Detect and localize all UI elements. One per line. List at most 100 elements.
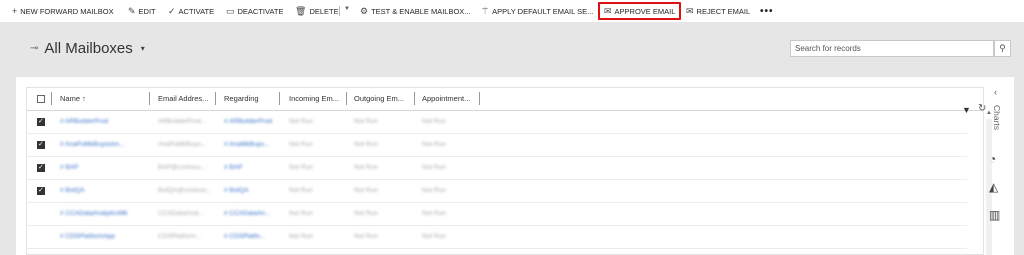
row-email: CCADataAnal... xyxy=(158,210,204,217)
row-appointment: Not Run xyxy=(422,210,446,217)
row-outgoing: Not Run xyxy=(354,141,378,148)
document-icon: ▭ xyxy=(226,5,235,16)
plus-icon: + xyxy=(12,5,18,16)
bar-chart-icon[interactable]: ▥ xyxy=(989,208,1000,222)
view-selector[interactable]: ⊸ All Mailboxes ▾ xyxy=(30,40,145,57)
table-row[interactable]: # ARBuilderProd ARBuilderProd... # ARBui… xyxy=(27,111,967,134)
approve-email-button[interactable]: ✉ APPROVE EMAIL xyxy=(598,2,682,20)
row-name-link[interactable]: # ARBuilderProd xyxy=(60,118,108,125)
column-divider xyxy=(414,92,415,105)
command-bar: + NEW FORWARD MAILBOX ✎ EDIT ✓ ACTIVATE … xyxy=(0,0,1024,22)
row-incoming: Not Run xyxy=(289,164,313,171)
row-name-link[interactable]: # CCADataAnalyticsMk xyxy=(60,210,128,217)
column-header-outgoing[interactable]: Outgoing Em... xyxy=(354,94,404,103)
activate-button[interactable]: ✓ ACTIVATE xyxy=(168,4,214,18)
column-header-name[interactable]: Name ↑ xyxy=(60,94,86,103)
row-outgoing: Not Run xyxy=(354,210,378,217)
test-enable-mailbox-button[interactable]: ⚙ TEST & ENABLE MAILBOX... xyxy=(360,4,471,18)
row-regarding-link[interactable]: # BotQA xyxy=(224,187,249,194)
row-appointment: Not Run xyxy=(422,187,446,194)
table-row[interactable]: # CDSPlatformApp CDSPlatform... # CDSPla… xyxy=(27,226,967,249)
reject-email-button[interactable]: ✉ REJECT EMAIL xyxy=(686,4,750,18)
row-incoming: Not Run xyxy=(289,187,313,194)
row-checkbox[interactable] xyxy=(37,163,45,172)
deactivate-label: DEACTIVATE xyxy=(237,6,284,16)
row-incoming: Not Run xyxy=(289,210,313,217)
row-checkbox[interactable] xyxy=(37,140,45,149)
checkmark-icon: ✓ xyxy=(168,5,176,16)
select-all-checkbox[interactable] xyxy=(37,95,45,103)
more-label: ••• xyxy=(760,5,774,17)
row-name-link[interactable]: # AnaPoMkBuyoutm... xyxy=(60,141,124,148)
column-header-incoming[interactable]: Incoming Em... xyxy=(289,94,339,103)
row-name-link[interactable]: # CDSPlatformApp xyxy=(60,233,115,240)
column-divider xyxy=(279,92,280,105)
row-appointment: Not Run xyxy=(422,164,446,171)
search-button[interactable]: ⚲ xyxy=(994,40,1011,57)
row-checkbox[interactable] xyxy=(37,186,45,195)
grid-header: Name ↑ Email Addres... Regarding Incomin… xyxy=(27,88,983,111)
row-checkbox[interactable] xyxy=(37,117,45,126)
column-divider xyxy=(215,92,216,105)
edit-button[interactable]: ✎ EDIT xyxy=(128,4,156,18)
row-regarding-link[interactable]: # AnaMkBuyo... xyxy=(224,141,270,148)
wand-icon: ⚚ xyxy=(481,5,490,16)
filter-icon[interactable]: ▼ xyxy=(962,105,971,115)
charts-pane: ‹ Charts ◔ ◭ ▥ xyxy=(980,77,1024,255)
row-regarding-link[interactable]: # CCADataAn... xyxy=(224,210,270,217)
apply-default-email-label: APPLY DEFAULT EMAIL SE... xyxy=(492,6,594,16)
gear-icon: ⚙ xyxy=(360,5,369,16)
row-incoming: Not Run xyxy=(289,141,313,148)
row-appointment: Not Run xyxy=(422,141,446,148)
column-divider xyxy=(149,92,150,105)
column-header-regarding[interactable]: Regarding xyxy=(224,94,259,103)
approve-email-label: APPROVE EMAIL xyxy=(614,6,676,16)
row-regarding-link[interactable]: # CDSPlatfo... xyxy=(224,233,265,240)
charts-label[interactable]: Charts xyxy=(992,105,1002,130)
table-row[interactable]: # CCADataAnalyticsMk CCADataAnal... # CC… xyxy=(27,203,967,226)
row-outgoing: Not Run xyxy=(354,164,378,171)
column-divider xyxy=(346,92,347,105)
area-chart-icon[interactable]: ◭ xyxy=(989,180,998,194)
search-icon: ⚲ xyxy=(999,43,1006,53)
trash-icon: 🗑 xyxy=(295,5,307,16)
column-divider xyxy=(51,92,52,105)
pin-icon: ⊸ xyxy=(30,43,39,54)
row-outgoing: Not Run xyxy=(354,233,378,240)
row-email: AnaPoMkBuyo... xyxy=(158,141,207,148)
row-email: BotQA@contoso... xyxy=(158,187,212,194)
column-header-email[interactable]: Email Addres... xyxy=(158,94,208,103)
reject-email-icon: ✉ xyxy=(686,5,694,16)
approve-email-icon: ✉ xyxy=(604,5,612,16)
row-appointment: Not Run xyxy=(422,118,446,125)
toolbar-divider xyxy=(339,6,340,16)
edit-label: EDIT xyxy=(138,6,156,16)
records-grid: Name ↑ Email Addres... Regarding Incomin… xyxy=(26,87,986,255)
delete-button[interactable]: 🗑 DELETE xyxy=(295,4,339,18)
column-header-appointment[interactable]: Appointment... xyxy=(422,94,470,103)
pencil-icon: ✎ xyxy=(128,5,136,16)
row-name-link[interactable]: # BotQA xyxy=(60,187,85,194)
pie-chart-icon[interactable]: ◔ xyxy=(989,152,996,166)
activate-label: ACTIVATE xyxy=(178,6,215,16)
chevron-down-icon[interactable]: ▼ xyxy=(344,6,350,12)
column-divider xyxy=(479,92,480,105)
row-outgoing: Not Run xyxy=(354,118,378,125)
row-incoming: Not Run xyxy=(289,233,313,240)
row-email: ARBuilderProd... xyxy=(158,118,207,125)
table-row[interactable]: # AnaPoMkBuyoutm... AnaPoMkBuyo... # Ana… xyxy=(27,134,967,157)
row-regarding-link[interactable]: # BAP xyxy=(224,164,242,171)
deactivate-button[interactable]: ▭ DEACTIVATE xyxy=(226,4,284,18)
table-row[interactable]: # BotQA BotQA@contoso... # BotQA Not Run… xyxy=(27,180,967,203)
reject-email-label: REJECT EMAIL xyxy=(696,6,751,16)
row-outgoing: Not Run xyxy=(354,187,378,194)
apply-default-email-button[interactable]: ⚚ APPLY DEFAULT EMAIL SE... xyxy=(481,4,593,18)
search-input[interactable]: Search for records xyxy=(790,40,994,57)
table-row[interactable]: # BAP BAP@contoso... # BAP Not Run Not R… xyxy=(27,157,967,180)
chevron-left-icon[interactable]: ‹ xyxy=(994,87,997,97)
row-email: CDSPlatform... xyxy=(158,233,202,240)
new-forward-mailbox-button[interactable]: + NEW FORWARD MAILBOX xyxy=(12,4,114,18)
row-name-link[interactable]: # BAP xyxy=(60,164,78,171)
more-commands-button[interactable]: ••• xyxy=(760,4,774,18)
row-regarding-link[interactable]: # ARBuilderProd xyxy=(224,118,272,125)
